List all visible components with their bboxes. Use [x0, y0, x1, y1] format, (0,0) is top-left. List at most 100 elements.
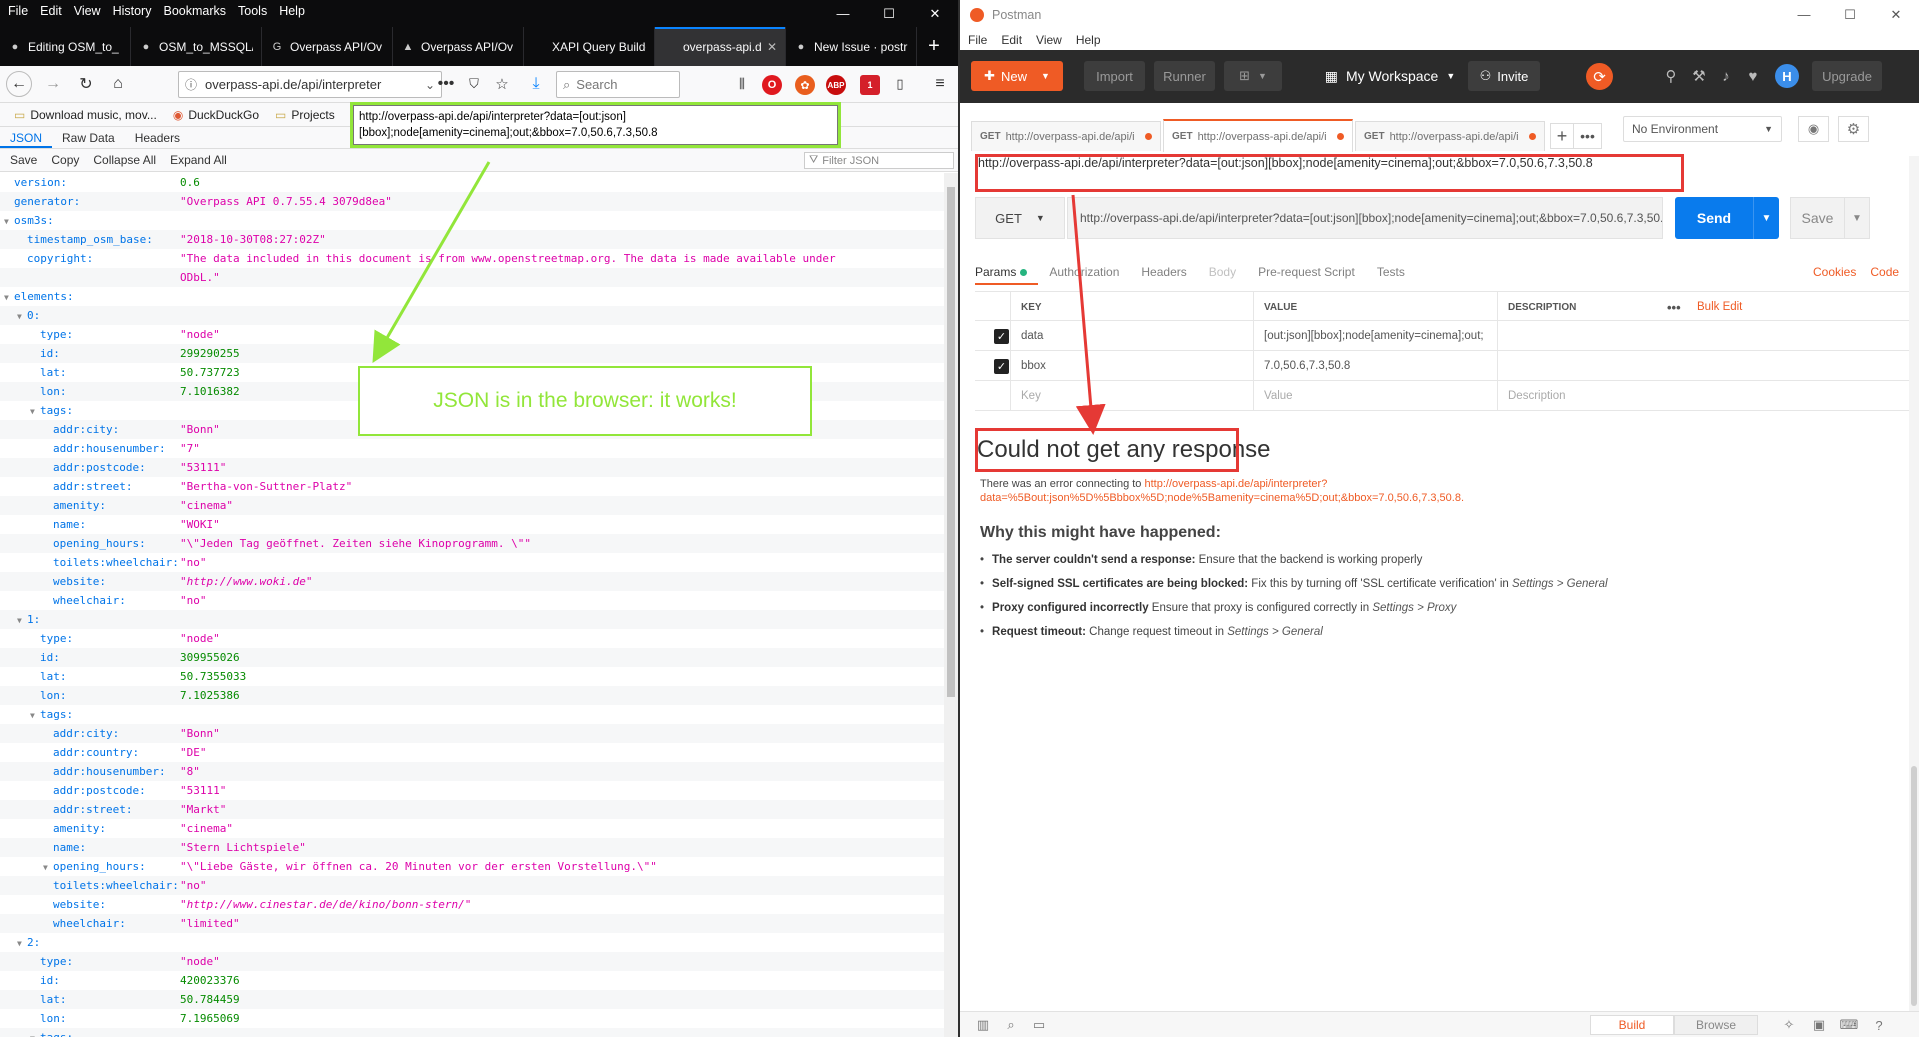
json-row[interactable]: lat: 50.784459: [0, 990, 944, 1009]
invite-button[interactable]: ⚇ Invite: [1468, 61, 1540, 91]
code-link[interactable]: Code: [1870, 265, 1899, 279]
json-row[interactable]: generator: "Overpass API 0.7.55.4 3079d8e…: [0, 192, 944, 211]
tab-headers[interactable]: Headers: [1130, 259, 1197, 285]
json-row[interactable]: type: "node": [0, 325, 944, 344]
tab-params[interactable]: Params: [975, 259, 1039, 285]
json-row[interactable]: addr:city: "Bonn": [0, 724, 944, 743]
json-row[interactable]: addr:postcode: "53111": [0, 781, 944, 800]
console-icon[interactable]: ▭: [1030, 1016, 1048, 1034]
keyboard-icon[interactable]: ⌨: [1840, 1016, 1859, 1034]
expand-toggle-icon[interactable]: ▼: [17, 307, 27, 326]
json-row[interactable]: amenity: "cinema": [0, 496, 944, 515]
heart-icon[interactable]: ♥: [1742, 65, 1764, 87]
menu-tools[interactable]: Tools: [238, 4, 267, 18]
hamburger-menu-icon[interactable]: ≡: [926, 71, 954, 97]
json-row[interactable]: id: 299290255: [0, 344, 944, 363]
json-row[interactable]: ▼ opening_hours: "\"Liebe Gäste, wir öffne…: [0, 857, 944, 876]
scrollbar-thumb[interactable]: [1911, 766, 1917, 1006]
environment-select[interactable]: No Environment ▼: [1623, 116, 1782, 142]
json-row[interactable]: name: "WOKI": [0, 515, 944, 534]
url-text[interactable]: overpass-api.de/api/interpreter: [205, 77, 417, 92]
more-tabs-icon[interactable]: •••: [1574, 123, 1602, 149]
browser-tab[interactable]: ● Editing OSM_to_: [0, 27, 131, 66]
satellite-icon[interactable]: ⚲: [1660, 65, 1682, 87]
filter-json-input[interactable]: ⛛ Filter JSON: [804, 152, 954, 169]
find-icon[interactable]: ⌕: [1002, 1016, 1020, 1034]
cookies-link[interactable]: Cookies: [1813, 265, 1856, 279]
menu-help[interactable]: Help: [1076, 33, 1101, 47]
expand-all-button[interactable]: Expand All: [164, 151, 233, 169]
param-key[interactable]: bbox: [1010, 351, 1253, 381]
browser-tab[interactable]: ● OSM_to_MSSQL/: [131, 27, 262, 66]
pocket-icon[interactable]: ⛉: [460, 71, 488, 97]
request-tab[interactable]: GET http://overpass-api.de/api/i: [971, 121, 1161, 151]
bulk-edit-link[interactable]: Bulk Edit: [1687, 292, 1747, 322]
browser-tab[interactable]: ▲ Overpass API/Ov: [393, 27, 524, 66]
url-input[interactable]: http://overpass-api.de/api/interpreter?d…: [1067, 197, 1663, 239]
checkbox[interactable]: ✓: [994, 359, 1009, 374]
json-row[interactable]: ▼ 1:: [0, 610, 944, 629]
param-key[interactable]: data: [1010, 321, 1253, 351]
info-icon[interactable]: ⓘ: [185, 76, 197, 93]
value-placeholder[interactable]: Value: [1253, 381, 1497, 411]
tab-pre-request-script[interactable]: Pre-request Script: [1247, 259, 1366, 285]
menu-view[interactable]: View: [1036, 33, 1062, 47]
sync-icon[interactable]: ⟳: [1586, 63, 1613, 90]
tab-raw-data[interactable]: Raw Data: [52, 127, 125, 148]
json-row[interactable]: addr:street: "Markt": [0, 800, 944, 819]
upgrade-button[interactable]: Upgrade: [1812, 61, 1882, 91]
json-row[interactable]: lon: 7.1025386: [0, 686, 944, 705]
import-button[interactable]: Import: [1084, 61, 1145, 91]
json-row[interactable]: toilets:wheelchair: "no": [0, 553, 944, 572]
bell-icon[interactable]: ♪: [1715, 65, 1737, 87]
json-row[interactable]: version: 0.6: [0, 173, 944, 192]
save-button[interactable]: Save: [4, 151, 43, 169]
close-icon[interactable]: ✕: [912, 0, 958, 27]
tab-tests[interactable]: Tests: [1366, 259, 1416, 285]
runner-button[interactable]: Runner: [1154, 61, 1215, 91]
json-row[interactable]: wheelchair: "no": [0, 591, 944, 610]
browser-tab[interactable]: G Overpass API/Ov: [262, 27, 393, 66]
minimize-icon[interactable]: —: [1781, 0, 1827, 30]
tab-authorization[interactable]: Authorization: [1038, 259, 1130, 285]
menu-help[interactable]: Help: [279, 4, 305, 18]
expand-toggle-icon[interactable]: ▼: [30, 706, 40, 725]
menu-history[interactable]: History: [113, 4, 152, 18]
menu-file[interactable]: File: [968, 33, 987, 47]
json-row[interactable]: id: 309955026: [0, 648, 944, 667]
bookmark-item[interactable]: ▭ Download music, mov...: [14, 108, 157, 122]
json-row[interactable]: addr:housenumber: "8": [0, 762, 944, 781]
menu-file[interactable]: File: [8, 4, 28, 18]
build-button[interactable]: Build: [1590, 1015, 1674, 1035]
json-row[interactable]: ▼ 0:: [0, 306, 944, 325]
tab-active[interactable]: overpass-api.de/a ✕: [655, 27, 786, 66]
json-row[interactable]: amenity: "cinema": [0, 819, 944, 838]
json-row[interactable]: ▼ osm3s:: [0, 211, 944, 230]
back-icon[interactable]: ←: [6, 71, 32, 97]
maximize-icon[interactable]: ☐: [866, 0, 912, 27]
json-row[interactable]: addr:country: "DE": [0, 743, 944, 762]
bookmark-star-icon[interactable]: ☆: [488, 71, 516, 97]
new-tab-icon[interactable]: +: [917, 27, 951, 66]
param-value[interactable]: 7.0,50.6,7.3,50.8: [1253, 351, 1497, 381]
json-row[interactable]: wheelchair: "limited": [0, 914, 944, 933]
download-icon[interactable]: ⤓: [522, 71, 550, 97]
maximize-icon[interactable]: ☐: [1827, 0, 1873, 30]
json-row[interactable]: lat: 50.7355033: [0, 667, 944, 686]
json-row[interactable]: id: 420023376: [0, 971, 944, 990]
new-window-button[interactable]: ⊞ ▼: [1224, 61, 1282, 91]
reload-icon[interactable]: ↻: [72, 71, 100, 97]
avatar[interactable]: H: [1775, 64, 1799, 88]
sidebar-toggle-icon[interactable]: ▥: [974, 1016, 992, 1034]
expand-toggle-icon[interactable]: ▼: [17, 934, 27, 953]
json-row[interactable]: addr:postcode: "53111": [0, 458, 944, 477]
json-row[interactable]: ▼ elements:: [0, 287, 944, 306]
json-row[interactable]: type: "node": [0, 952, 944, 971]
checkbox[interactable]: ✓: [994, 329, 1009, 344]
new-button[interactable]: ✚ New ▼: [971, 61, 1063, 91]
layout-icon[interactable]: ▣: [1810, 1016, 1828, 1034]
json-row[interactable]: lon: 7.1965069: [0, 1009, 944, 1028]
opera-icon[interactable]: O: [762, 75, 782, 95]
browser-tab[interactable]: XAPI Query Builder: [524, 27, 655, 66]
tab-headers[interactable]: Headers: [125, 127, 190, 148]
